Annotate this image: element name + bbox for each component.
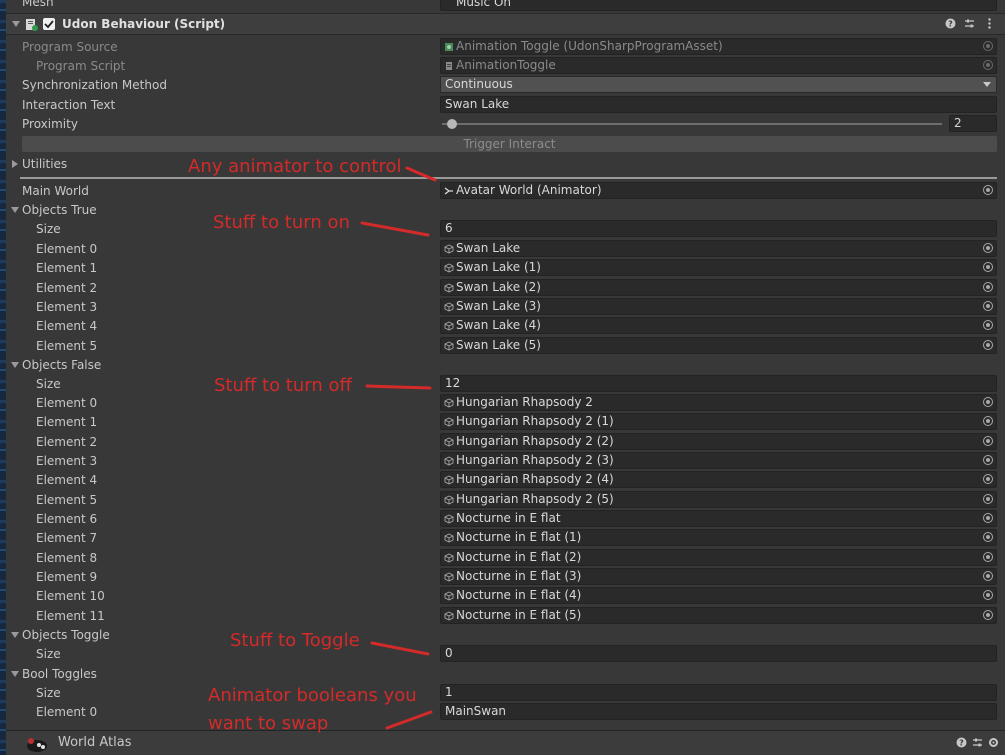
annotation-arrow-animator [405,166,437,182]
annotation-arrow-turn-off [365,384,432,390]
annotation-arrow-toggle [370,641,430,656]
annotation-arrow-turn-on [360,221,430,237]
annotation-arrow-bool [385,710,433,730]
annotation-arrows [360,166,437,730]
